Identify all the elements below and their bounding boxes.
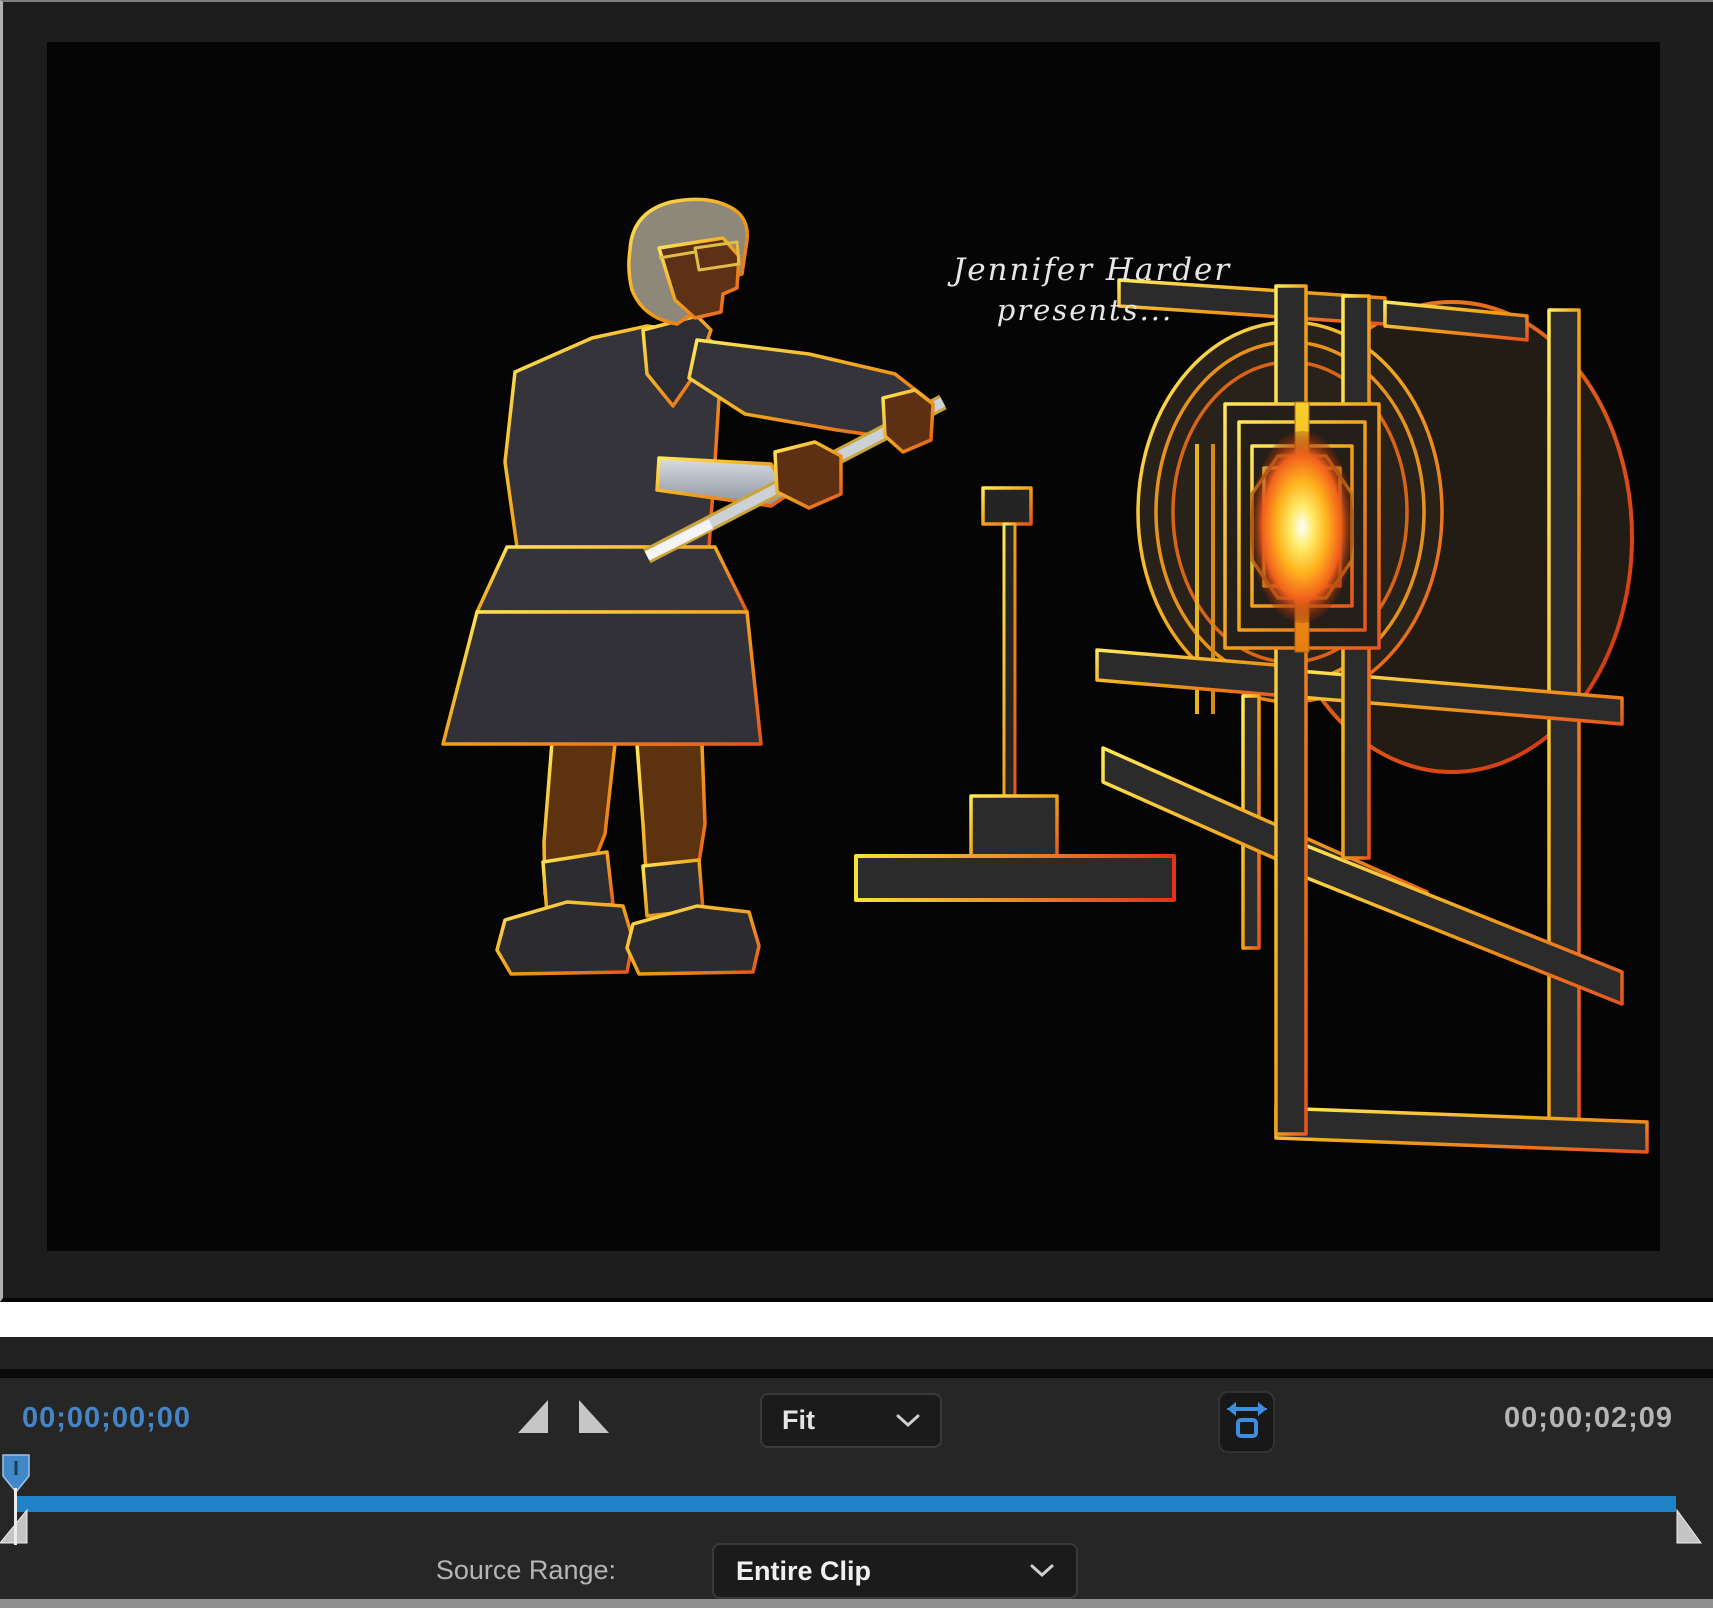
chevron-down-icon (1030, 1564, 1054, 1578)
resize-frame-icon (1226, 1401, 1267, 1438)
credit-line-2: presents... (997, 293, 1174, 327)
step-back-button[interactable] (517, 1400, 549, 1434)
panel-bottom-edge (0, 1599, 1713, 1608)
zoom-level-dropdown[interactable]: Fit (760, 1393, 942, 1448)
chevron-down-icon (896, 1414, 920, 1427)
panel-gap (0, 1302, 1713, 1337)
source-range-label: Source Range: (435, 1555, 616, 1585)
app-window: Jennifer Harder presents... 00;00;00;00 … (0, 0, 1713, 1608)
video-frame-illustration: Jennifer Harder presents... (47, 42, 1660, 1251)
transport-panel: 00;00;00;00 Fit 00;00;02;09 Source Range… (0, 1337, 1713, 1608)
resize-frame-button[interactable] (1218, 1391, 1275, 1453)
duration-timecode: 00;00;02;09 (1504, 1402, 1673, 1434)
trim-out-handle[interactable] (1676, 1508, 1704, 1544)
hem-band (475, 545, 749, 614)
panel-separator (0, 1369, 1713, 1378)
step-back-triangle-icon (518, 1400, 548, 1433)
credit-line-1: Jennifer Harder (947, 252, 1232, 288)
timeline-scrub-bar[interactable] (16, 1496, 1676, 1512)
panel-top-strip (0, 1337, 1713, 1369)
glove-far (881, 388, 935, 454)
preview-monitor-panel: Jennifer Harder presents... (0, 0, 1713, 1302)
furnace-glow (1250, 431, 1354, 623)
current-timecode[interactable]: 00;00;00;00 (22, 1401, 191, 1435)
step-forward-button[interactable] (578, 1400, 610, 1434)
stand-base-plank (854, 854, 1176, 902)
zoom-level-value: Fit (782, 1405, 815, 1435)
frame-post-right (1547, 308, 1581, 1142)
source-range-dropdown[interactable]: Entire Clip (712, 1543, 1078, 1599)
video-canvas: Jennifer Harder presents... (47, 42, 1660, 1251)
skirt (441, 610, 763, 746)
stand-pole (1002, 522, 1017, 802)
step-forward-triangle-icon (579, 1400, 609, 1433)
stand-cap (981, 486, 1033, 526)
stand-block (969, 794, 1059, 862)
playhead-line (14, 1488, 17, 1545)
source-range-value: Entire Clip (736, 1555, 872, 1586)
